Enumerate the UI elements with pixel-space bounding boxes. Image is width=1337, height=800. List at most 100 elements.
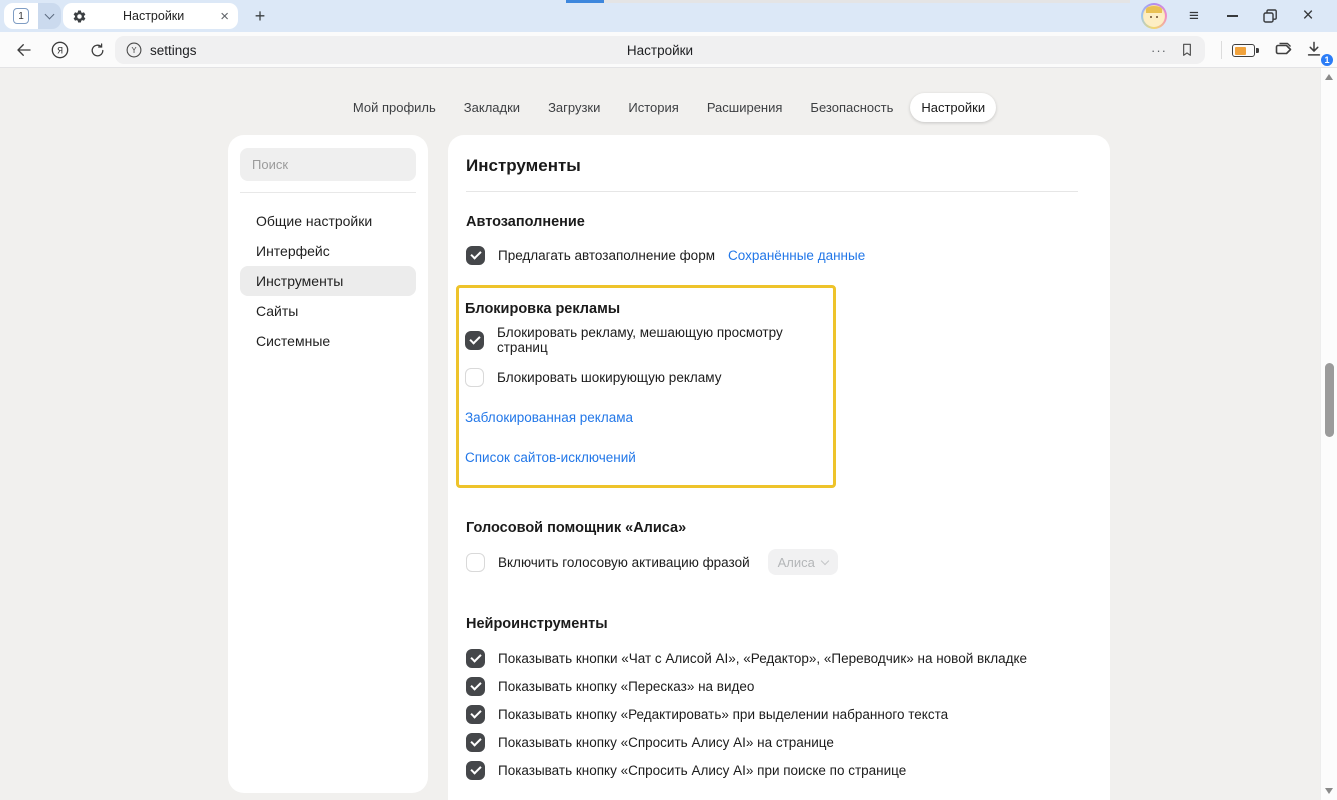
block-intrusive-ads-label[interactable]: Блокировать рекламу, мешающую просмотру … bbox=[497, 325, 821, 355]
tab-counter-group: 1 bbox=[4, 3, 61, 29]
yandex-home-button[interactable]: Я bbox=[46, 36, 74, 64]
settings-main-panel: Инструменты Автозаполнение Предлагать ав… bbox=[448, 135, 1110, 800]
reload-button[interactable] bbox=[83, 36, 111, 64]
profile-avatar[interactable] bbox=[1141, 3, 1167, 29]
search-input[interactable] bbox=[240, 148, 416, 181]
minimize-icon bbox=[1227, 15, 1238, 17]
restore-icon bbox=[1263, 9, 1277, 23]
sidebar-item-interface[interactable]: Интерфейс bbox=[240, 236, 416, 266]
address-bar: Я Y settings Настройки ··· bbox=[0, 32, 1337, 68]
nav-tab-security[interactable]: Безопасность bbox=[799, 93, 904, 122]
svg-text:Y: Y bbox=[131, 46, 137, 55]
chevron-down-icon bbox=[45, 10, 55, 20]
window-controls: ≡ × bbox=[1141, 0, 1327, 32]
block-shocking-ads-checkbox[interactable] bbox=[465, 368, 484, 387]
more-actions-icon[interactable]: ··· bbox=[1151, 43, 1167, 58]
neuro-row-4: Показывать кнопку «Спросить Алису AI» на… bbox=[466, 728, 1078, 756]
sidebar-item-sites[interactable]: Сайты bbox=[240, 296, 416, 326]
download-count-badge: 1 bbox=[1320, 53, 1334, 67]
new-tab-button[interactable]: + bbox=[247, 3, 273, 29]
activation-phrase-dropdown[interactable]: Алиса bbox=[768, 549, 838, 575]
neuro-row-1: Показывать кнопки «Чат с Алисой AI», «Ре… bbox=[466, 644, 1078, 672]
scrollbar-down-arrow[interactable] bbox=[1325, 788, 1333, 794]
gear-icon bbox=[72, 9, 87, 24]
minimize-button[interactable] bbox=[1213, 0, 1251, 32]
neuro-edit-button-checkbox[interactable] bbox=[466, 705, 485, 724]
sidebar-item-general[interactable]: Общие настройки bbox=[240, 206, 416, 236]
voice-activation-checkbox[interactable] bbox=[466, 553, 485, 572]
settings-nav-tabs: Мой профиль Закладки Загрузки История Ра… bbox=[228, 93, 1110, 122]
exception-sites-link[interactable]: Список сайтов-исключений bbox=[465, 450, 636, 465]
reload-icon bbox=[89, 42, 106, 59]
scrollbar-thumb[interactable] bbox=[1325, 363, 1334, 437]
battery-saver-button[interactable] bbox=[1232, 44, 1259, 57]
browser-menu-button[interactable]: ≡ bbox=[1175, 0, 1213, 32]
block-intrusive-ads-checkbox[interactable] bbox=[465, 331, 484, 350]
omnibox-actions: ··· bbox=[1151, 42, 1195, 58]
nav-tab-extensions[interactable]: Расширения bbox=[696, 93, 794, 122]
neuro-newtab-buttons-label[interactable]: Показывать кнопки «Чат с Алисой AI», «Ре… bbox=[498, 651, 1027, 666]
sidebar-item-tools[interactable]: Инструменты bbox=[240, 266, 416, 296]
sidebar-divider bbox=[240, 192, 416, 193]
top-edge-accent-strip bbox=[566, 0, 604, 3]
neuro-ask-alice-search-checkbox[interactable] bbox=[466, 761, 485, 780]
neuro-row-5: Показывать кнопку «Спросить Алису AI» пр… bbox=[466, 756, 1078, 784]
battery-nub bbox=[1256, 48, 1259, 53]
protect-status-icon: Y bbox=[125, 41, 143, 59]
neuro-video-summary-checkbox[interactable] bbox=[466, 677, 485, 696]
saved-data-link[interactable]: Сохранённые данные bbox=[728, 248, 865, 263]
battery-fill bbox=[1235, 47, 1246, 55]
scrollbar-up-arrow[interactable] bbox=[1325, 74, 1333, 80]
restore-button[interactable] bbox=[1251, 0, 1289, 32]
omnibox[interactable]: Y settings Настройки ··· bbox=[115, 36, 1205, 64]
autofill-row: Предлагать автозаполнение форм Сохранённ… bbox=[466, 241, 1078, 269]
autofill-checkbox[interactable] bbox=[466, 246, 485, 265]
blocked-ads-link[interactable]: Заблокированная реклама bbox=[465, 410, 633, 425]
sidebar-item-system[interactable]: Системные bbox=[240, 326, 416, 356]
page-title: Инструменты bbox=[466, 135, 1078, 176]
block-shocking-ads-label[interactable]: Блокировать шокирующую рекламу bbox=[497, 370, 721, 385]
chevron-down-icon bbox=[821, 557, 829, 565]
adblock-row-2: Блокировать шокирующую рекламу bbox=[465, 363, 821, 391]
top-edge-strip bbox=[604, 0, 1130, 3]
neuro-ask-alice-page-checkbox[interactable] bbox=[466, 733, 485, 752]
extensions-button[interactable] bbox=[1270, 39, 1296, 63]
bookmark-icon[interactable] bbox=[1179, 42, 1195, 58]
tab-close-icon[interactable]: × bbox=[220, 9, 229, 24]
nav-tab-history[interactable]: История bbox=[617, 93, 689, 122]
tab-title: Настройки bbox=[87, 9, 220, 23]
voice-activation-label[interactable]: Включить голосовую активацию фразой bbox=[498, 555, 750, 570]
avatar-face-icon bbox=[1143, 5, 1165, 27]
section-autofill-title: Автозаполнение bbox=[466, 214, 1078, 230]
nav-tab-downloads[interactable]: Загрузки bbox=[537, 93, 611, 122]
neuro-ask-alice-page-label[interactable]: Показывать кнопку «Спросить Алису AI» на… bbox=[498, 735, 834, 750]
tab-settings[interactable]: Настройки × bbox=[63, 3, 238, 29]
nav-tab-profile[interactable]: Мой профиль bbox=[342, 93, 447, 122]
neuro-video-summary-label[interactable]: Показывать кнопку «Пересказ» на видео bbox=[498, 679, 754, 694]
settings-page: Мой профиль Закладки Загрузки История Ра… bbox=[0, 68, 1337, 800]
window-close-button[interactable]: × bbox=[1289, 0, 1327, 32]
title-divider bbox=[466, 191, 1078, 192]
nav-tab-settings[interactable]: Настройки bbox=[910, 93, 996, 122]
section-adblock-title: Блокировка рекламы bbox=[465, 301, 821, 317]
tab-counter-button[interactable]: 1 bbox=[4, 3, 38, 29]
tab-count-badge: 1 bbox=[13, 8, 29, 24]
section-alice-title: Голосовой помощник «Алиса» bbox=[466, 520, 1078, 536]
adblock-row-1: Блокировать рекламу, мешающую просмотру … bbox=[465, 326, 821, 354]
blocked-ads-link-row: Заблокированная реклама bbox=[465, 404, 821, 431]
activation-phrase-value: Алиса bbox=[778, 555, 815, 570]
tab-strip: 1 Настройки × + ≡ bbox=[0, 0, 1337, 32]
tab-list-dropdown-button[interactable] bbox=[38, 3, 61, 29]
page-scrollbar[interactable] bbox=[1320, 68, 1337, 800]
neuro-row-2: Показывать кнопку «Пересказ» на видео bbox=[466, 672, 1078, 700]
toolbar-separator bbox=[1221, 41, 1222, 59]
nav-tab-bookmarks[interactable]: Закладки bbox=[453, 93, 531, 122]
yandex-logo-icon: Я bbox=[50, 40, 70, 60]
neuro-newtab-buttons-checkbox[interactable] bbox=[466, 649, 485, 668]
adblock-highlight-box: Блокировка рекламы Блокировать рекламу, … bbox=[456, 285, 836, 488]
back-button[interactable] bbox=[10, 36, 38, 64]
autofill-checkbox-label[interactable]: Предлагать автозаполнение форм bbox=[498, 248, 715, 263]
neuro-ask-alice-search-label[interactable]: Показывать кнопку «Спросить Алису AI» пр… bbox=[498, 763, 906, 778]
downloads-button[interactable]: 1 bbox=[1304, 39, 1330, 63]
neuro-edit-button-label[interactable]: Показывать кнопку «Редактировать» при вы… bbox=[498, 707, 948, 722]
